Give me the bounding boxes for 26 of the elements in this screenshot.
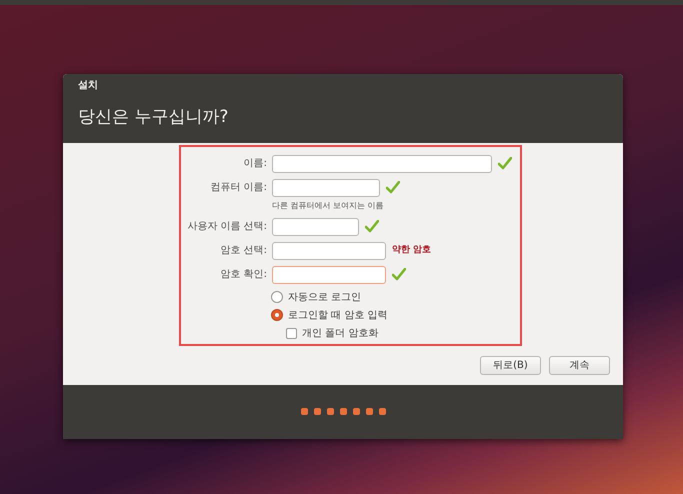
radio-button[interactable] — [271, 291, 283, 303]
check-icon — [498, 157, 512, 170]
input-field[interactable] — [272, 242, 386, 260]
radio-button[interactable] — [271, 309, 283, 321]
hint-text: 다른 컴퓨터에서 보여지는 이름 — [272, 200, 385, 212]
field-label: 암호 확인: — [219, 268, 267, 282]
field-label: 사용자 이름 선택: — [186, 220, 267, 234]
check-icon — [386, 181, 400, 194]
check-icon — [365, 220, 379, 233]
back-button[interactable]: 뒤로(B) — [480, 356, 541, 374]
option-label: 로그인할 때 암호 입력 — [288, 308, 388, 322]
input-field[interactable] — [272, 218, 359, 236]
password-strength: 약한 암호 — [392, 244, 432, 257]
continue-button[interactable]: 계속 — [549, 356, 610, 374]
field-label: 컴퓨터 이름: — [209, 181, 267, 195]
checkbox[interactable] — [286, 328, 297, 338]
input-field[interactable] — [272, 178, 380, 196]
input-field[interactable] — [272, 154, 492, 172]
window-title: 설치 — [78, 79, 99, 93]
option-label: 개인 폴더 암호화 — [302, 326, 378, 340]
field-label: 암호 선택: — [219, 244, 267, 258]
input-field[interactable] — [272, 266, 386, 284]
page-heading: 당신은 누구십니까? — [78, 106, 230, 129]
check-icon — [392, 268, 406, 281]
field-label: 이름: — [242, 157, 267, 171]
option-label: 자동으로 로그인 — [288, 290, 362, 304]
